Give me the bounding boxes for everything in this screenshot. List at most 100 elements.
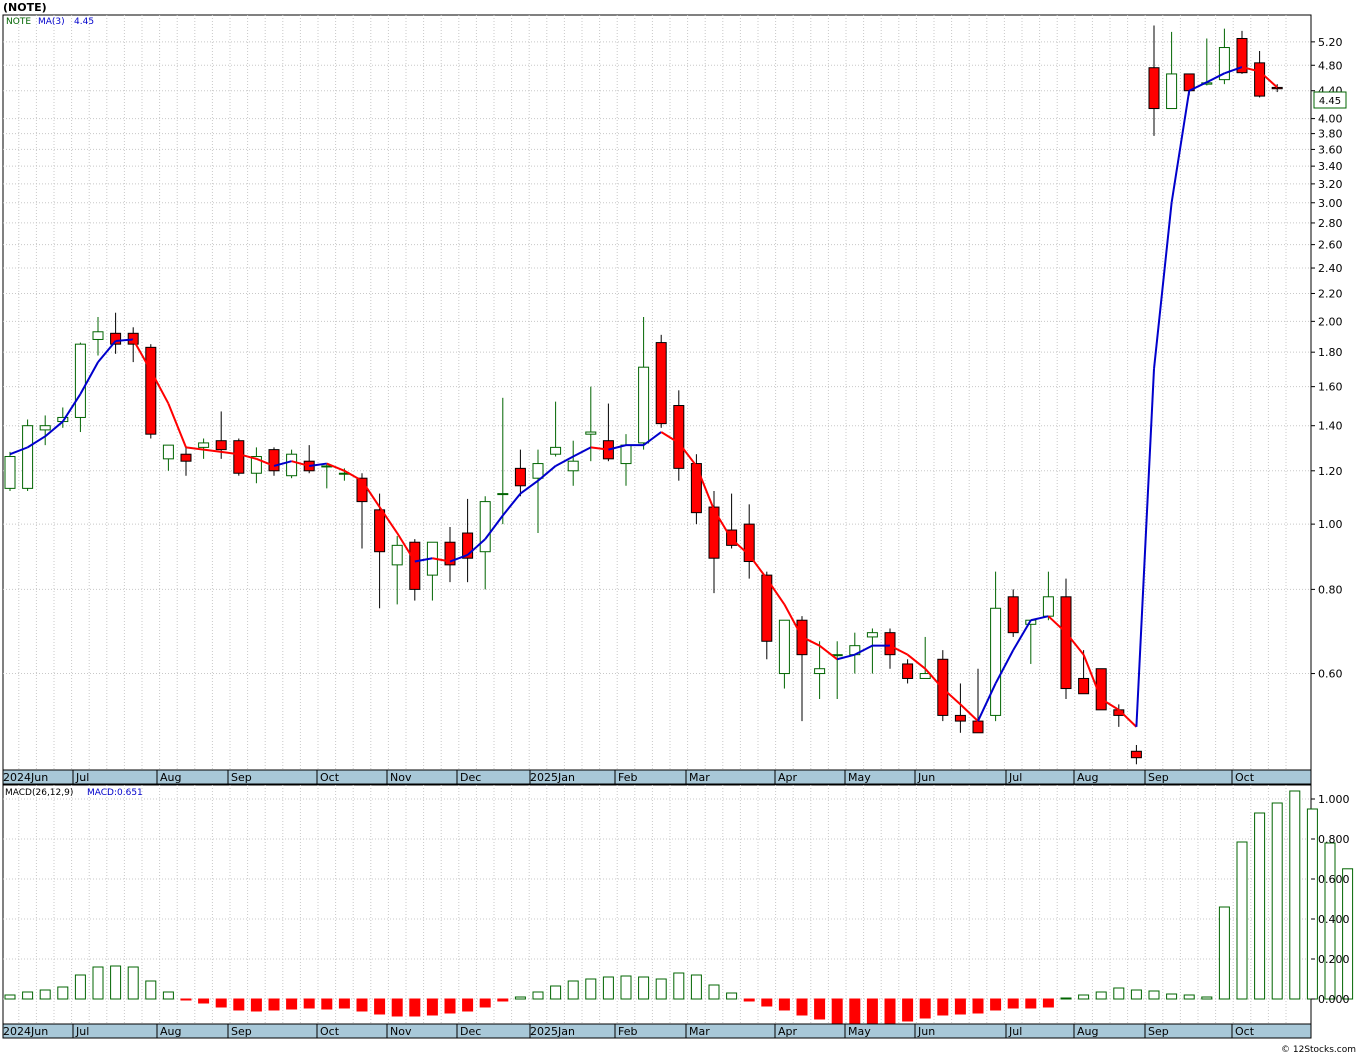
price-tick-label: 2.80 [1318, 217, 1343, 230]
macd-month-label: Mar [689, 1025, 710, 1038]
macd-bar-positive [1342, 868, 1354, 1000]
macd-month-label: Dec [460, 1025, 481, 1038]
macd-bar-positive [1130, 989, 1142, 1000]
candle-up [778, 619, 790, 675]
macd-bar-positive [145, 980, 157, 1000]
candle-up [585, 431, 597, 435]
price-month-axis [2, 769, 1312, 785]
candle-up [162, 444, 174, 460]
candle-up [198, 442, 210, 448]
macd-bar-negative [761, 998, 773, 1007]
macd-tick-label: 0.400 [1318, 913, 1350, 926]
macd-month-label: Oct [320, 1025, 340, 1038]
macd-bar-negative [866, 998, 878, 1025]
macd-month-label: Jun [917, 1025, 935, 1038]
macd-bar-negative [814, 998, 826, 1020]
macd-bar-negative [268, 998, 280, 1011]
macd-bar-negative [972, 998, 984, 1014]
macd-bar-negative [990, 998, 1002, 1011]
candle-up [919, 673, 931, 679]
macd-month-label: Sep [231, 1025, 252, 1038]
candle-down [1271, 86, 1283, 90]
macd-bar-negative [884, 998, 896, 1024]
macd-month-label: Jul [1008, 1025, 1022, 1038]
macd-bar-positive [39, 989, 51, 1000]
macd-tick-label: 0.600 [1318, 873, 1350, 886]
macd-bar-negative [444, 998, 456, 1014]
macd-bar-positive [673, 972, 685, 1000]
price-month-label: Sep [1148, 771, 1169, 784]
macd-bar-positive [1254, 812, 1266, 1000]
macd-month-label: Nov [390, 1025, 412, 1038]
macd-bar-negative [831, 998, 843, 1024]
candle-up [990, 607, 1002, 716]
candle-up [620, 444, 632, 465]
macd-month-label: Aug [160, 1025, 181, 1038]
macd-bar-negative [479, 998, 491, 1008]
candle-up [391, 544, 403, 566]
watermark: © 12Stocks.com [1281, 1045, 1356, 1055]
macd-bar-negative [286, 998, 298, 1010]
candle-down [180, 453, 192, 462]
last-price-tag: 4.45 [1319, 96, 1341, 107]
price-tick-label: 3.00 [1318, 197, 1343, 210]
macd-bar-positive [1236, 841, 1248, 1000]
macd-bar-negative [743, 998, 755, 1002]
macd-bar-negative [215, 998, 227, 1008]
macd-legend-value: MACD:0.651 [87, 788, 143, 798]
price-month-label: May [848, 771, 871, 784]
macd-bar-positive [162, 991, 174, 1000]
macd-bar-positive [602, 976, 614, 1000]
macd-bar-negative [1007, 998, 1019, 1009]
candle-up [866, 632, 878, 638]
macd-bar-positive [1113, 987, 1125, 1000]
price-legend-ma: MA(3) [38, 17, 65, 27]
macd-bar-positive [514, 996, 526, 1000]
macd-tick-label: 0.200 [1318, 953, 1350, 966]
macd-month-label: Jul [75, 1025, 89, 1038]
macd-bar-negative [937, 998, 949, 1016]
candle-down [409, 541, 421, 590]
candle-down [1148, 67, 1160, 110]
price-month-label: Apr [778, 771, 798, 784]
price-tick-label: 2.40 [1318, 262, 1343, 275]
candle-down [145, 346, 157, 435]
candle-up [92, 331, 104, 340]
price-month-label: 2025Jan [530, 771, 575, 784]
candle-up [74, 343, 86, 418]
price-month-label: Sep [231, 771, 252, 784]
price-month-label: Dec [460, 771, 481, 784]
candle-up [4, 456, 16, 489]
candle-up [22, 425, 34, 489]
price-tick-label: 1.20 [1318, 465, 1343, 478]
macd-bar-positive [127, 966, 139, 1000]
price-tick-label: 5.20 [1318, 36, 1343, 49]
candle-down [1078, 677, 1090, 695]
price-legend-ma-value: 4.45 [74, 17, 94, 27]
price-month-label: Jul [75, 771, 89, 784]
macd-month-label: Apr [778, 1025, 798, 1038]
candle-down [215, 440, 227, 451]
candle-up [497, 493, 509, 496]
macd-bar-positive [92, 966, 104, 1000]
price-tick-label: 3.40 [1318, 160, 1343, 173]
candle-down [902, 663, 914, 679]
candle-up [532, 463, 544, 479]
price-month-label: Jul [1008, 771, 1022, 784]
macd-bar-positive [1166, 993, 1178, 1000]
macd-bar-negative [198, 998, 210, 1004]
candle-down [972, 720, 984, 734]
macd-bar-negative [374, 998, 386, 1015]
price-month-label: Nov [390, 771, 412, 784]
macd-bar-positive [1289, 790, 1301, 1000]
price-month-label: Oct [1235, 771, 1255, 784]
macd-bar-positive [532, 991, 544, 1000]
price-tick-label: 1.00 [1318, 518, 1343, 531]
candle-up [814, 668, 826, 675]
macd-bar-positive [1183, 994, 1195, 1000]
macd-bar-positive [1218, 906, 1230, 1000]
price-tick-label: 2.20 [1318, 287, 1343, 300]
macd-bar-negative [356, 998, 368, 1012]
candle-up [321, 465, 333, 468]
ticker-title: (NOTE) [3, 1, 47, 14]
